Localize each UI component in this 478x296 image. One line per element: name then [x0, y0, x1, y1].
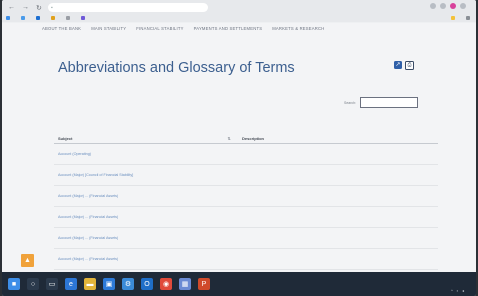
browser-actions [430, 3, 466, 9]
bookmark-item[interactable] [36, 14, 42, 22]
bookmark-item[interactable] [21, 14, 27, 22]
settings-icon[interactable]: ⚙ [122, 278, 134, 290]
file-explorer-icon[interactable]: ▬ [84, 278, 96, 290]
web-page: ABOUT THE BANK MAIN STABILITY FINANCIAL … [2, 23, 476, 272]
edge-icon[interactable]: e [65, 278, 77, 290]
description-cell [238, 248, 438, 270]
table-search: Search: [344, 97, 419, 108]
photos-icon[interactable]: ▦ [179, 278, 191, 290]
chrome-icon[interactable]: ◉ [160, 278, 172, 290]
volume-icon[interactable]: ◂ [462, 288, 464, 293]
bookmark-favicon-icon [21, 16, 25, 20]
powerpoint-icon[interactable]: P [198, 278, 210, 290]
browser-window: ← → ↻ ▪ ABOUT THE BANK MAIN STABILITY FI… [2, 0, 476, 296]
nav-item[interactable]: ABOUT THE BANK [42, 26, 81, 31]
reading-list-icon [466, 16, 470, 20]
start-icon[interactable]: ■ [8, 278, 20, 290]
subject-cell[interactable]: Account (Major) ... (Financial Assets) [54, 206, 220, 228]
search-input[interactable] [360, 97, 419, 108]
profile-avatar[interactable] [450, 3, 456, 9]
task-view-icon[interactable]: ▭ [46, 278, 58, 290]
bookmark-item[interactable] [51, 14, 57, 22]
bookmark-item[interactable] [466, 14, 472, 22]
bookmark-item[interactable] [451, 14, 457, 22]
subject-cell[interactable]: Account (Operating) [54, 143, 220, 165]
bookmark-favicon-icon [36, 16, 40, 20]
table-row: Account (Major) ... (Financial Assets) [54, 185, 438, 207]
spacer-cell [220, 227, 238, 249]
spacer-cell [220, 248, 238, 270]
search-icon[interactable]: ○ [27, 278, 39, 290]
bookmark-favicon-icon [6, 16, 10, 20]
browser-toolbar: ← → ↻ ▪ [2, 0, 476, 22]
address-bar[interactable]: ▪ [48, 3, 208, 12]
description-cell [238, 143, 438, 165]
table-row: Account (Major) ... (Financial Assets) [54, 227, 438, 249]
table-row: Account (Operating) [54, 143, 438, 165]
network-icon[interactable]: ▪ [457, 289, 458, 293]
back-icon[interactable]: ← [8, 4, 15, 12]
system-tray: ^ ▪ ◂ [451, 288, 468, 294]
description-cell [238, 185, 438, 207]
menu-icon[interactable] [460, 3, 466, 9]
spacer-cell [220, 185, 238, 207]
extension-icon[interactable] [430, 3, 436, 9]
nav-item[interactable]: PAYMENTS AND SETTLEMENTS [194, 26, 263, 31]
lock-icon: ▪ [51, 5, 53, 11]
subject-cell[interactable]: Account (Major) ... (Financial Assets) [54, 227, 220, 249]
bookmark-item[interactable] [6, 14, 12, 22]
bookmarks-right [451, 14, 472, 22]
table-row: Account (Major) ... (Financial Assets) [54, 206, 438, 228]
bookmark-item[interactable] [81, 14, 87, 22]
subject-header[interactable]: Subject [54, 133, 220, 144]
nav-item[interactable]: MARKETS & RESEARCH [272, 26, 324, 31]
page-title: Abbreviations and Glossary of Terms [58, 60, 295, 76]
table-row: Account (Major) [Council of Financial St… [54, 164, 438, 186]
spacer-cell [220, 143, 238, 165]
chevron-up-icon[interactable]: ^ [451, 289, 453, 293]
page-actions: ↗ ⎙ [394, 61, 414, 70]
glossary-table: Subject ⇅ Description Account (Operating… [54, 133, 438, 270]
store-icon[interactable]: ▣ [103, 278, 115, 290]
spacer-cell [220, 164, 238, 186]
description-header[interactable]: Description [238, 133, 438, 144]
bookmark-star-icon[interactable] [440, 3, 446, 9]
table-row: Account (Major) ... (Financial Assets) [54, 248, 438, 270]
table-header-row: Subject ⇅ Description [54, 133, 438, 144]
spacer-cell [220, 206, 238, 228]
bookmarks-bar [6, 14, 472, 22]
share-icon[interactable]: ↗ [394, 61, 402, 69]
search-label: Search: [344, 100, 357, 105]
bookmark-favicon-icon [51, 16, 55, 20]
taskbar: ■ ○ ▭ e ▬ ▣ ⚙ O ◉ ▦ P ^ ▪ ◂ [2, 272, 476, 296]
nav-buttons: ← → ↻ [8, 4, 42, 12]
site-nav: ABOUT THE BANK MAIN STABILITY FINANCIAL … [42, 26, 324, 31]
sort-icon[interactable]: ⇅ [220, 133, 238, 144]
subject-cell[interactable]: Account (Major) ... (Financial Assets) [54, 248, 220, 270]
nav-item[interactable]: FINANCIAL STABILITY [136, 26, 183, 31]
bookmark-favicon-icon [66, 16, 70, 20]
nav-item[interactable]: MAIN STABILITY [91, 26, 126, 31]
scroll-to-top-button[interactable]: ▲ [21, 254, 34, 267]
subject-cell[interactable]: Account (Major) [Council of Financial St… [54, 164, 220, 186]
outlook-icon[interactable]: O [141, 278, 153, 290]
subject-cell[interactable]: Account (Major) ... (Financial Assets) [54, 185, 220, 207]
description-cell [238, 227, 438, 249]
bookmark-favicon-icon [81, 16, 85, 20]
forward-icon[interactable]: → [22, 4, 29, 12]
bookmark-item[interactable] [66, 14, 72, 22]
reload-icon[interactable]: ↻ [36, 4, 42, 12]
print-icon[interactable]: ⎙ [405, 61, 414, 70]
description-cell [238, 206, 438, 228]
description-cell [238, 164, 438, 186]
folder-icon [451, 16, 455, 20]
